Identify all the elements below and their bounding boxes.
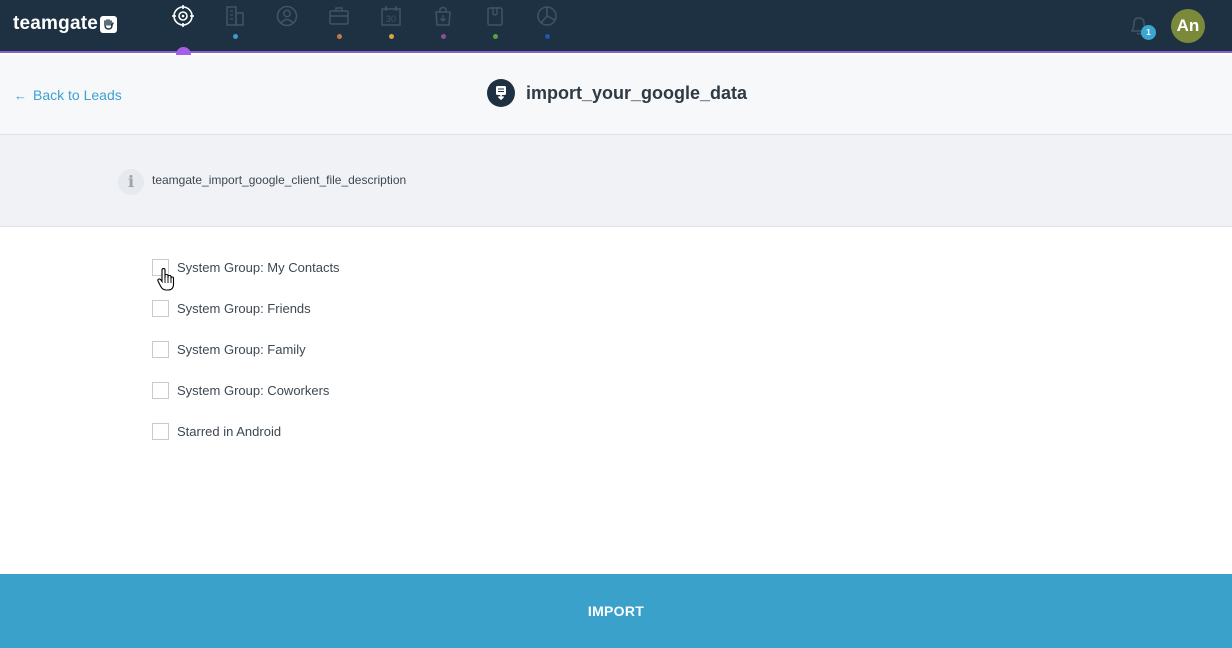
calendar-icon: 30: [379, 4, 403, 28]
target-icon: [171, 4, 195, 28]
group-label: System Group: Coworkers: [177, 382, 330, 398]
nav-item-documents[interactable]: [480, 4, 510, 44]
clipboard-icon: [483, 4, 507, 28]
import-icon: [487, 79, 515, 107]
nav-dot: [336, 34, 342, 39]
group-label: System Group: Family: [177, 341, 306, 357]
group-label: System Group: My Contacts: [177, 259, 340, 275]
nav-dot: [492, 34, 498, 39]
import-button[interactable]: IMPORT: [0, 574, 1232, 648]
group-checkbox[interactable]: [152, 299, 169, 317]
svg-text:30: 30: [386, 14, 396, 24]
hand-logo-icon: [100, 15, 118, 33]
group-option-friends[interactable]: System Group: Friends: [152, 299, 340, 317]
logo-text: teamgate: [13, 13, 99, 34]
group-checkbox[interactable]: [152, 340, 169, 358]
info-description: teamgate_import_google_client_file_descr…: [152, 173, 407, 187]
nav-item-deals[interactable]: [324, 4, 354, 44]
briefcase-icon: [327, 4, 351, 28]
teamgate-logo[interactable]: teamgate: [13, 13, 118, 35]
nav-item-dashboard[interactable]: [168, 4, 198, 44]
info-panel: i teamgate_import_google_client_file_des…: [0, 135, 1232, 227]
nav-item-contacts[interactable]: [272, 4, 302, 44]
group-label: Starred in Android: [177, 423, 282, 439]
hand-cursor-icon: [157, 267, 175, 297]
group-option-family[interactable]: System Group: Family: [152, 340, 340, 358]
contact-group-list: System Group: My Contacts System Group: …: [152, 258, 340, 463]
group-option-coworkers[interactable]: System Group: Coworkers: [152, 381, 340, 399]
back-link-label: Back to Leads: [33, 87, 122, 103]
user-avatar[interactable]: An: [1171, 9, 1205, 43]
info-icon: i: [118, 169, 144, 195]
nav-dot: [544, 34, 550, 39]
page-title: import_your_google_data: [526, 82, 748, 103]
page-title-group: import_your_google_data: [487, 79, 747, 107]
page-header: ← Back to Leads import_your_google_data: [0, 55, 1232, 135]
back-to-leads-link[interactable]: ← Back to Leads: [14, 87, 122, 103]
arrow-left-icon: ←: [14, 87, 27, 103]
nav-dot: [440, 34, 446, 39]
top-navigation-bar: teamgate 30 1 An: [0, 0, 1232, 53]
nav-item-reports[interactable]: [532, 4, 562, 44]
group-checkbox[interactable]: [152, 422, 169, 440]
nav-dot: [388, 34, 394, 39]
group-checkbox[interactable]: [152, 381, 169, 399]
notification-count-badge: 1: [1141, 25, 1156, 40]
nav-item-calendar[interactable]: 30: [376, 4, 406, 44]
pie-chart-icon: [535, 4, 559, 28]
nav-dot: [232, 34, 238, 39]
person-icon: [275, 4, 299, 28]
group-label: System Group: Friends: [177, 300, 311, 316]
group-option-my-contacts[interactable]: System Group: My Contacts: [152, 258, 340, 276]
group-option-starred-android[interactable]: Starred in Android: [152, 422, 340, 440]
buildings-icon: [223, 4, 247, 28]
shopping-bag-icon: [431, 4, 455, 28]
nav-item-companies[interactable]: [220, 4, 250, 44]
nav-item-products[interactable]: [428, 4, 458, 44]
